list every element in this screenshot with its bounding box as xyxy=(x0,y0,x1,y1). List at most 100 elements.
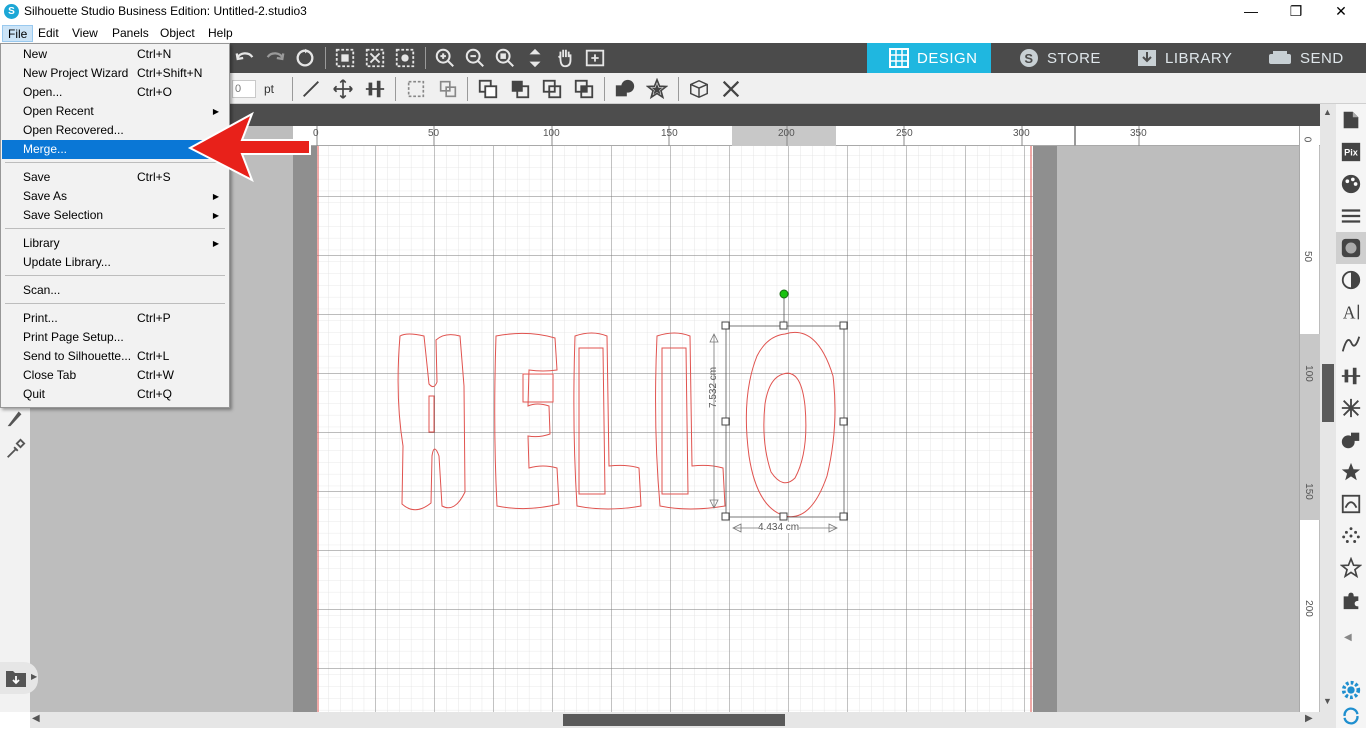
fill-pattern-icon[interactable] xyxy=(1336,232,1366,264)
ruler-top-label: 200 xyxy=(778,128,795,139)
menu-file[interactable]: File xyxy=(2,25,34,42)
menu-help[interactable]: Help xyxy=(203,25,238,42)
page-setup-icon[interactable] xyxy=(1336,104,1366,136)
align-icon[interactable] xyxy=(362,76,388,102)
vertical-scrollbar[interactable]: ▲ ▼ xyxy=(1320,104,1336,712)
pixscan-icon[interactable]: Pix xyxy=(1336,136,1366,168)
menu-item-library[interactable]: Library ▶ xyxy=(2,234,228,253)
move-icon[interactable] xyxy=(330,76,356,102)
menu-item-print[interactable]: Print... Ctrl+P xyxy=(2,309,228,328)
offset-star-icon[interactable] xyxy=(644,76,670,102)
svg-text:Pix: Pix xyxy=(1344,148,1359,158)
menu-item-print-page-setup[interactable]: Print Page Setup... xyxy=(2,328,228,347)
menu-item-new[interactable]: New Ctrl+N xyxy=(2,45,228,64)
zoom-select-icon[interactable] xyxy=(492,45,518,71)
transparency-icon[interactable] xyxy=(1336,264,1366,296)
red-annotation-arrow xyxy=(187,111,311,183)
scroll-up-icon[interactable]: ▲ xyxy=(1323,107,1332,117)
scroll-right-icon[interactable]: ▶ xyxy=(1305,713,1313,724)
ungroup-icon[interactable] xyxy=(435,76,461,102)
menu-object[interactable]: Object xyxy=(155,25,200,42)
align-panel-icon[interactable] xyxy=(1336,360,1366,392)
menu-panels[interactable]: Panels xyxy=(107,25,154,42)
rhinestone-icon[interactable] xyxy=(1336,520,1366,552)
menu-item-scan[interactable]: Scan... xyxy=(2,281,228,300)
replicate-icon[interactable] xyxy=(686,76,712,102)
deselect-icon[interactable] xyxy=(362,45,388,71)
ruler-top-label: 250 xyxy=(896,128,913,139)
restore-button[interactable]: ❐ xyxy=(1273,0,1319,23)
page-view-icon[interactable] xyxy=(582,45,608,71)
scroll-down-icon[interactable]: ▼ xyxy=(1323,696,1332,706)
ruler-right-label: 150 xyxy=(1302,483,1314,500)
transform-icon[interactable] xyxy=(1336,392,1366,424)
menu-item-new-project-wizard[interactable]: New Project Wizard Ctrl+Shift+N xyxy=(2,64,228,83)
menu-item-send-to-silhouette[interactable]: Send to Silhouette... Ctrl+L xyxy=(2,347,228,366)
sync-icon[interactable] xyxy=(1336,700,1366,732)
zoom-in-icon[interactable] xyxy=(432,45,458,71)
minimize-button[interactable]: — xyxy=(1228,0,1274,23)
zoom-out-icon[interactable] xyxy=(462,45,488,71)
fill-color-icon[interactable] xyxy=(1336,168,1366,200)
undo-icon[interactable] xyxy=(232,45,258,71)
group-icon[interactable] xyxy=(403,76,429,102)
send-backward-icon[interactable] xyxy=(571,76,597,102)
rotate-handle[interactable] xyxy=(779,289,789,299)
sketch-icon[interactable] xyxy=(1336,328,1366,360)
menu-item-save-as[interactable]: Save As ▶ xyxy=(2,187,228,206)
weld-icon[interactable] xyxy=(612,76,638,102)
menu-view[interactable]: View xyxy=(67,25,103,42)
drawer-arrow-icon: ▶ xyxy=(31,672,38,681)
text-style-icon[interactable]: A xyxy=(1336,296,1366,328)
star-outline-icon[interactable] xyxy=(1336,552,1366,584)
folder-download-icon xyxy=(6,671,26,687)
pan-hand-icon[interactable] xyxy=(552,45,578,71)
design-canvas[interactable] xyxy=(317,146,1033,712)
fit-to-page-icon[interactable] xyxy=(522,45,548,71)
tab-design[interactable]: DESIGN xyxy=(867,43,991,73)
line-width-input[interactable]: 0 xyxy=(232,80,256,98)
offset-icon[interactable] xyxy=(1336,456,1366,488)
tab-send[interactable]: SEND xyxy=(1246,43,1366,73)
redo-icon[interactable] xyxy=(262,45,288,71)
library-drawer-toggle[interactable]: ▶ xyxy=(0,662,38,694)
eyedropper-icon[interactable] xyxy=(2,436,28,462)
trace-icon[interactable] xyxy=(1336,488,1366,520)
horizontal-scroll-thumb[interactable] xyxy=(563,714,785,726)
title-bar: S Silhouette Studio Business Edition: Un… xyxy=(0,0,1366,23)
line-style-icon[interactable] xyxy=(1336,200,1366,232)
bring-to-front-icon[interactable] xyxy=(475,76,501,102)
svg-text:A: A xyxy=(1343,302,1356,322)
ruler-right-label: 100 xyxy=(1302,365,1314,382)
line-tool-icon[interactable] xyxy=(298,76,324,102)
menu-item-close-tab[interactable]: Close Tab Ctrl+W xyxy=(2,366,228,385)
horizontal-scrollbar[interactable]: ◀ ▶ xyxy=(30,712,1336,728)
redraw-icon[interactable] xyxy=(292,45,318,71)
width-dimension-label: 4.434 cm xyxy=(758,522,800,533)
menu-item-update-library[interactable]: Update Library... xyxy=(2,253,228,272)
tab-store[interactable]: S STORE xyxy=(997,43,1117,73)
panel-collapse-icon[interactable]: ◀ xyxy=(1344,632,1352,643)
delete-icon[interactable] xyxy=(718,76,744,102)
tab-library[interactable]: LIBRARY xyxy=(1115,43,1250,73)
edit-points-icon[interactable] xyxy=(392,45,418,71)
scroll-left-icon[interactable]: ◀ xyxy=(32,713,40,724)
tab-store-label: STORE xyxy=(1047,49,1101,67)
ruler-right-label: 50 xyxy=(1302,250,1314,263)
send-to-back-icon[interactable] xyxy=(507,76,533,102)
ruler-top-label: 300 xyxy=(1013,128,1030,139)
menu-item-open[interactable]: Open... Ctrl+O xyxy=(2,83,228,102)
svg-text:S: S xyxy=(1024,51,1033,66)
tab-design-label: DESIGN xyxy=(917,49,978,67)
vertical-scroll-thumb[interactable] xyxy=(1322,364,1334,422)
puzzle-icon[interactable] xyxy=(1336,584,1366,616)
bring-forward-icon[interactable] xyxy=(539,76,565,102)
close-window-button[interactable]: ✕ xyxy=(1318,0,1364,23)
menu-item-save-selection[interactable]: Save Selection ▶ xyxy=(2,206,228,225)
modify-icon[interactable] xyxy=(1336,424,1366,456)
select-all-icon[interactable] xyxy=(332,45,358,71)
menu-edit[interactable]: Edit xyxy=(33,25,64,42)
submenu-arrow-icon: ▶ xyxy=(212,211,219,220)
ruler-top-label: 50 xyxy=(428,128,440,139)
menu-item-quit[interactable]: Quit Ctrl+Q xyxy=(2,385,228,404)
